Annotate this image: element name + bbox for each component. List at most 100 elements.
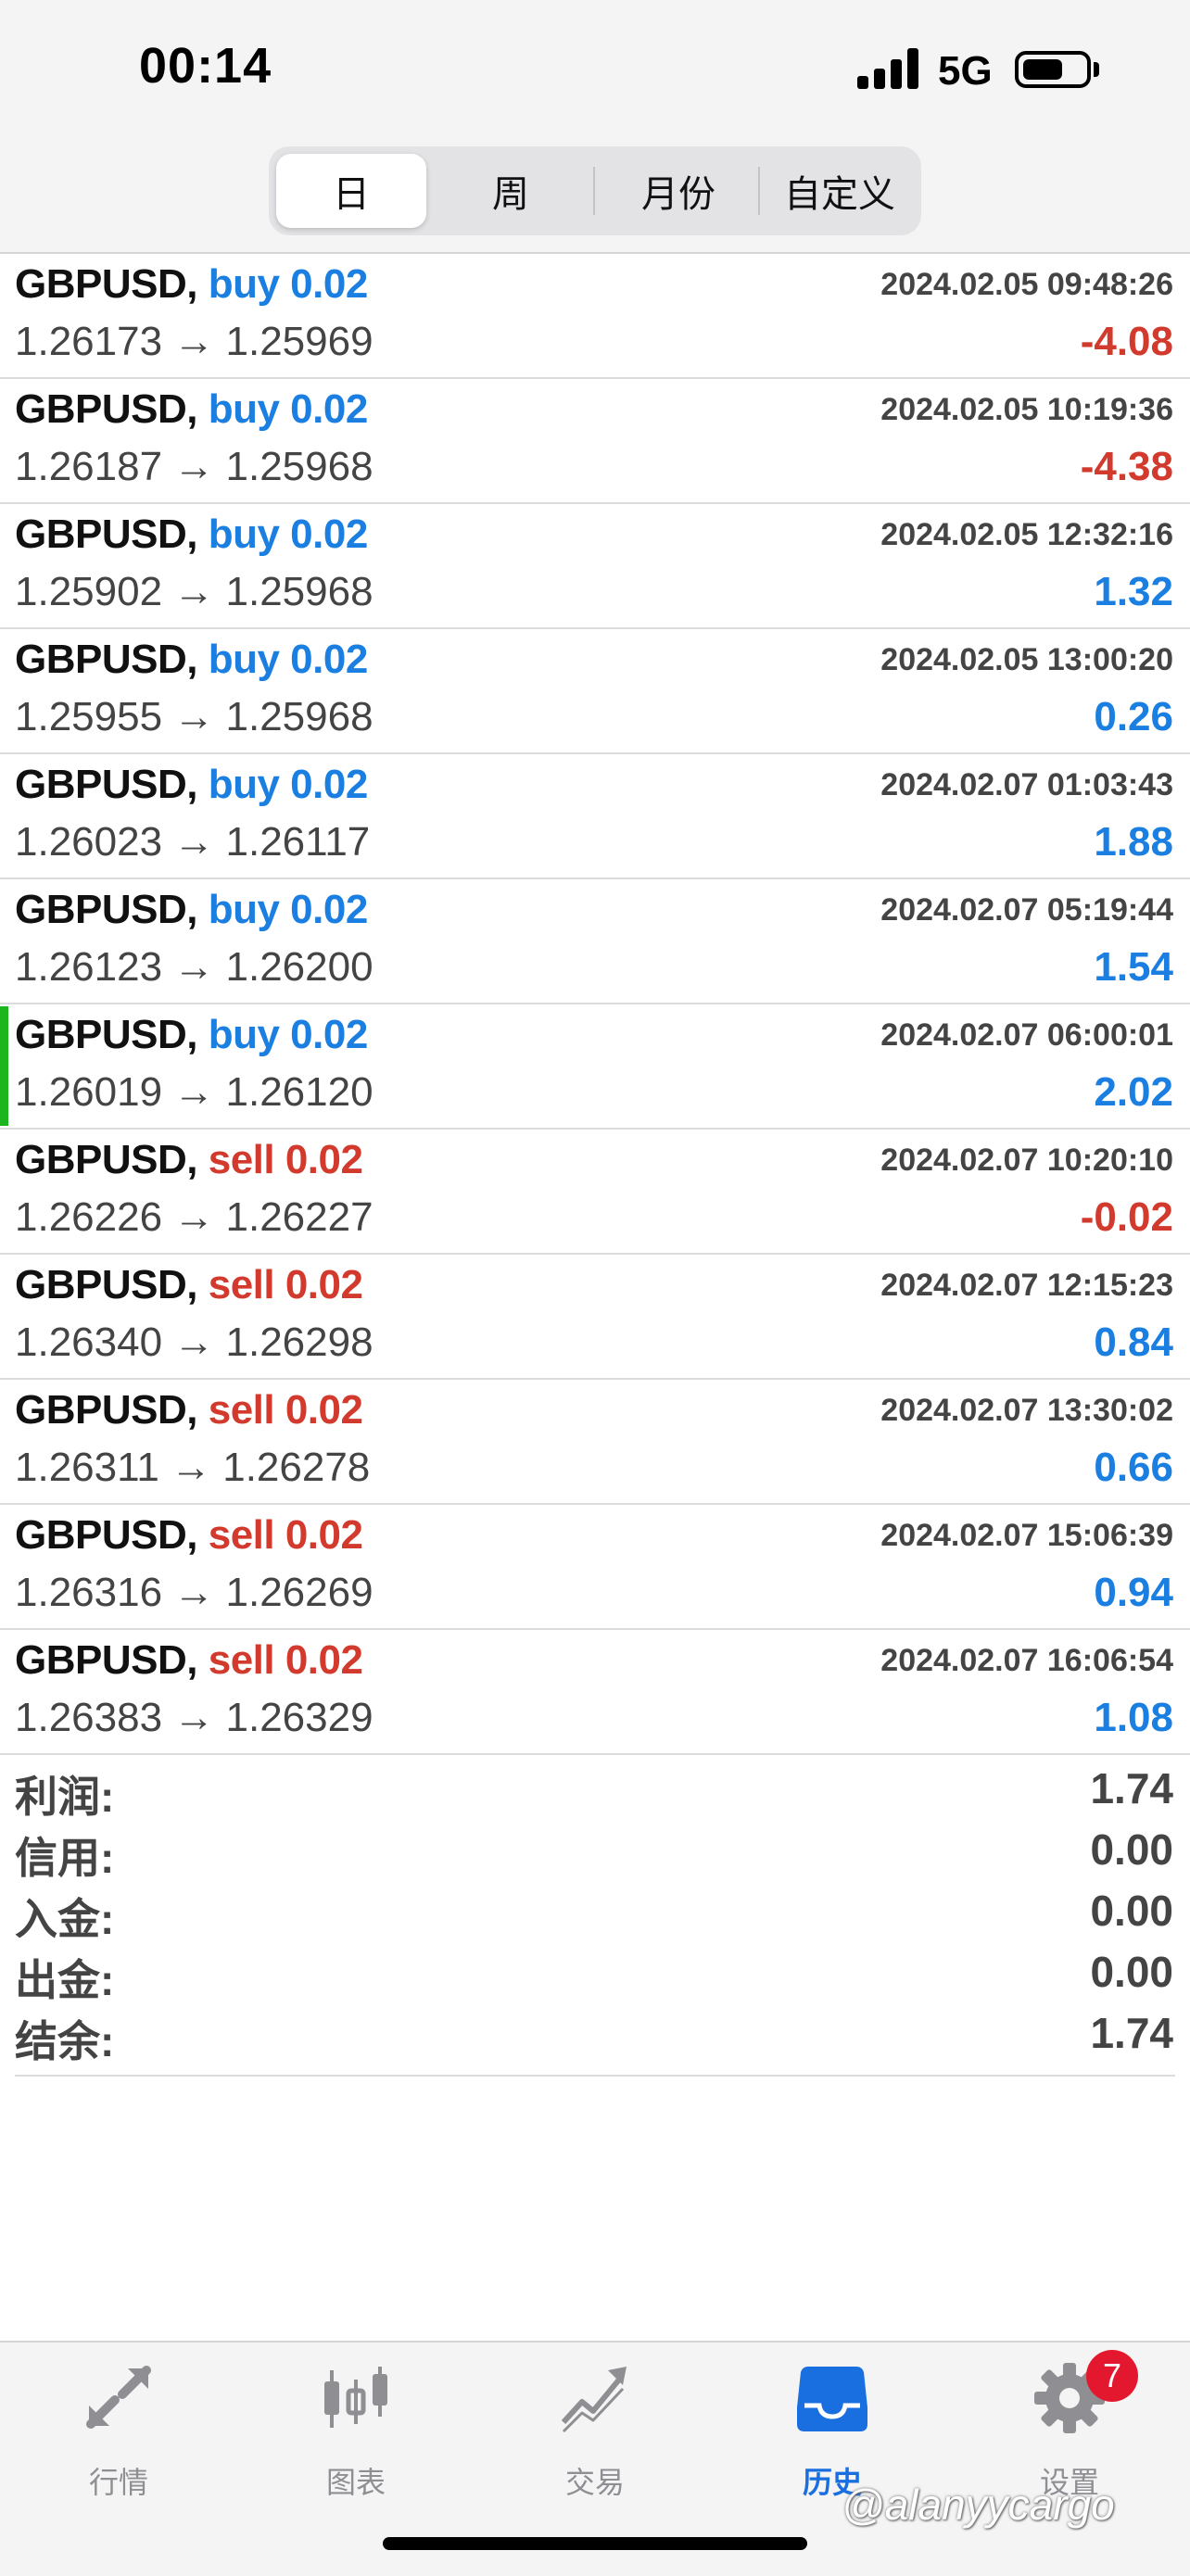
deal-symbol: GBPUSD, sell 0.02 <box>15 1637 363 1684</box>
deal-side-volume: buy 0.02 <box>208 511 369 557</box>
deal-prices: 1.26226 → 1.26227 <box>15 1194 373 1240</box>
period-filter-bar: 日 周 月份 自定义 <box>0 139 1190 254</box>
tab-trade-label: 交易 <box>564 2466 625 2499</box>
deal-symbol: GBPUSD, sell 0.02 <box>15 1262 363 1308</box>
deal-symbol-text: GBPUSD, <box>15 887 197 932</box>
deal-time: 2024.02.07 13:30:02 <box>880 1393 1173 1428</box>
deal-symbol: GBPUSD, sell 0.02 <box>15 1387 363 1433</box>
deal-symbol-text: GBPUSD, <box>15 386 197 432</box>
deal-prices: 1.26019 → 1.26120 <box>15 1069 373 1115</box>
deal-symbol-text: GBPUSD, <box>15 261 197 307</box>
deal-symbol-text: GBPUSD, <box>15 1137 197 1182</box>
tab-week[interactable]: 周 <box>436 154 586 228</box>
cellular-signal-icon <box>857 46 920 89</box>
deal-side-volume: buy 0.02 <box>208 887 369 932</box>
deal-prices: 1.26173 → 1.25969 <box>15 319 373 364</box>
tab-history[interactable]: 历史 <box>740 2361 925 2499</box>
tab-trade[interactable]: 交易 <box>502 2361 688 2499</box>
summary-label: 结余: <box>15 2017 115 2065</box>
deal-symbol: GBPUSD, sell 0.02 <box>15 1512 363 1559</box>
summary-value: 1.74 <box>1090 1764 1173 1812</box>
deal-time: 2024.02.05 13:00:20 <box>880 642 1173 677</box>
battery-tip <box>1094 62 1099 77</box>
summary-row: 出金: 0.00 <box>15 1939 1175 2004</box>
deal-symbol-text: GBPUSD, <box>15 762 197 807</box>
tab-chart-label: 图表 <box>325 2466 386 2499</box>
tab-month[interactable]: 月份 <box>602 154 754 228</box>
deal-prices: 1.26311 → 1.26278 <box>15 1445 371 1490</box>
deal-side-volume: buy 0.02 <box>208 762 369 807</box>
deal-row[interactable]: GBPUSD, buy 0.02 2024.02.07 05:19:44 1.261… <box>0 879 1190 1004</box>
summary-row: 结余: 1.74 <box>15 2001 1175 2065</box>
deal-time: 2024.02.05 12:32:16 <box>880 517 1173 552</box>
deal-profit: 0.66 <box>1094 1445 1173 1490</box>
deal-profit: -4.38 <box>1080 444 1173 489</box>
deal-row[interactable]: GBPUSD, buy 0.02 2024.02.05 12:32:16 1.259… <box>0 504 1190 629</box>
tab-day[interactable]: 日 <box>276 154 426 228</box>
quotes-arrows-icon <box>86 2366 151 2429</box>
deal-side-volume: sell 0.02 <box>208 1387 363 1433</box>
summary-row: 利润: 1.74 <box>15 1756 1175 1821</box>
deal-row[interactable]: GBPUSD, sell 0.02 2024.02.07 16:06:54 1.26… <box>0 1630 1190 1755</box>
deal-side-volume: sell 0.02 <box>208 1512 363 1558</box>
deal-profit: -4.08 <box>1080 319 1173 364</box>
summary-label: 利润: <box>15 1773 115 1821</box>
deal-prices: 1.26316 → 1.26269 <box>15 1570 373 1615</box>
summary-row: 入金: 0.00 <box>15 1878 1175 1943</box>
deal-symbol-text: GBPUSD, <box>15 1637 197 1683</box>
tab-quotes[interactable]: 行情 <box>26 2361 211 2499</box>
home-indicator[interactable] <box>383 2537 807 2550</box>
candlestick-chart-icon <box>324 2367 387 2428</box>
deal-row[interactable]: GBPUSD, sell 0.02 2024.02.07 13:30:02 1.26… <box>0 1380 1190 1505</box>
deal-symbol-text: GBPUSD, <box>15 1387 197 1433</box>
summary-value: 0.00 <box>1090 1887 1173 1935</box>
deal-side-volume: buy 0.02 <box>208 386 369 432</box>
deal-prices: 1.26023 → 1.26117 <box>15 819 371 865</box>
deal-profit: 1.08 <box>1094 1695 1173 1740</box>
deal-row[interactable]: GBPUSD, buy 0.02 2024.02.05 09:48:26 1.261… <box>0 254 1190 379</box>
deal-symbol: GBPUSD, buy 0.02 <box>15 637 368 683</box>
deal-symbol: GBPUSD, buy 0.02 <box>15 762 368 808</box>
deal-row[interactable]: GBPUSD, sell 0.02 2024.02.07 10:20:10 1.26… <box>0 1130 1190 1255</box>
deal-profit: 0.26 <box>1094 694 1173 739</box>
tab-custom[interactable]: 自定义 <box>766 154 914 228</box>
deal-symbol: GBPUSD, buy 0.02 <box>15 386 368 433</box>
battery-icon <box>1015 51 1091 88</box>
segment-divider <box>593 167 595 215</box>
summary-value: 1.74 <box>1090 2009 1173 2057</box>
deal-side-volume: buy 0.02 <box>208 1012 369 1057</box>
deal-prices: 1.25902 → 1.25968 <box>15 569 373 614</box>
deal-profit: 0.84 <box>1094 1320 1173 1365</box>
deal-symbol: GBPUSD, sell 0.02 <box>15 1137 363 1183</box>
deal-side-volume: sell 0.02 <box>208 1637 363 1683</box>
settings-notification-badge: 7 <box>1086 2350 1138 2402</box>
tab-chart[interactable]: 图表 <box>263 2361 449 2499</box>
deal-row[interactable]: GBPUSD, buy 0.02 2024.02.05 13:00:20 1.259… <box>0 629 1190 754</box>
deal-row[interactable]: GBPUSD, buy 0.02 2024.02.07 06:00:01 1.260… <box>0 1004 1190 1130</box>
deal-symbol-text: GBPUSD, <box>15 1012 197 1057</box>
status-bar: 00:14 5G <box>0 0 1190 139</box>
battery-level <box>1023 59 1062 80</box>
deal-profit: 2.02 <box>1094 1069 1173 1115</box>
deal-side-volume: buy 0.02 <box>208 261 369 307</box>
summary-row: 信用: 0.00 <box>15 1817 1175 1882</box>
deal-symbol: GBPUSD, buy 0.02 <box>15 1012 368 1058</box>
deal-profit: 1.54 <box>1094 944 1173 990</box>
deal-time: 2024.02.07 15:06:39 <box>880 1518 1173 1553</box>
deal-time: 2024.02.07 12:15:23 <box>880 1268 1173 1303</box>
deal-time: 2024.02.05 10:19:36 <box>880 392 1173 427</box>
trade-line-icon <box>561 2367 627 2433</box>
segment-divider <box>758 167 760 215</box>
deal-row[interactable]: GBPUSD, sell 0.02 2024.02.07 12:15:23 1.26… <box>0 1255 1190 1380</box>
watermark: @alanyycargo <box>842 2481 1115 2529</box>
deal-row[interactable]: GBPUSD, buy 0.02 2024.02.07 01:03:43 1.260… <box>0 754 1190 879</box>
deal-symbol: GBPUSD, buy 0.02 <box>15 511 368 558</box>
deal-profit: 0.94 <box>1094 1570 1173 1615</box>
deal-time: 2024.02.07 06:00:01 <box>880 1017 1173 1053</box>
deal-side-volume: buy 0.02 <box>208 637 369 682</box>
summary-label: 信用: <box>15 1834 115 1882</box>
deal-row[interactable]: GBPUSD, buy 0.02 2024.02.05 10:19:36 1.261… <box>0 379 1190 504</box>
deal-row[interactable]: GBPUSD, sell 0.02 2024.02.07 15:06:39 1.26… <box>0 1505 1190 1630</box>
summary-value: 0.00 <box>1090 1825 1173 1874</box>
history-summary: 利润: 1.74 信用: 0.00 入金: 0.00 出金: 0.00 结余: 1.74 <box>15 1756 1175 2077</box>
